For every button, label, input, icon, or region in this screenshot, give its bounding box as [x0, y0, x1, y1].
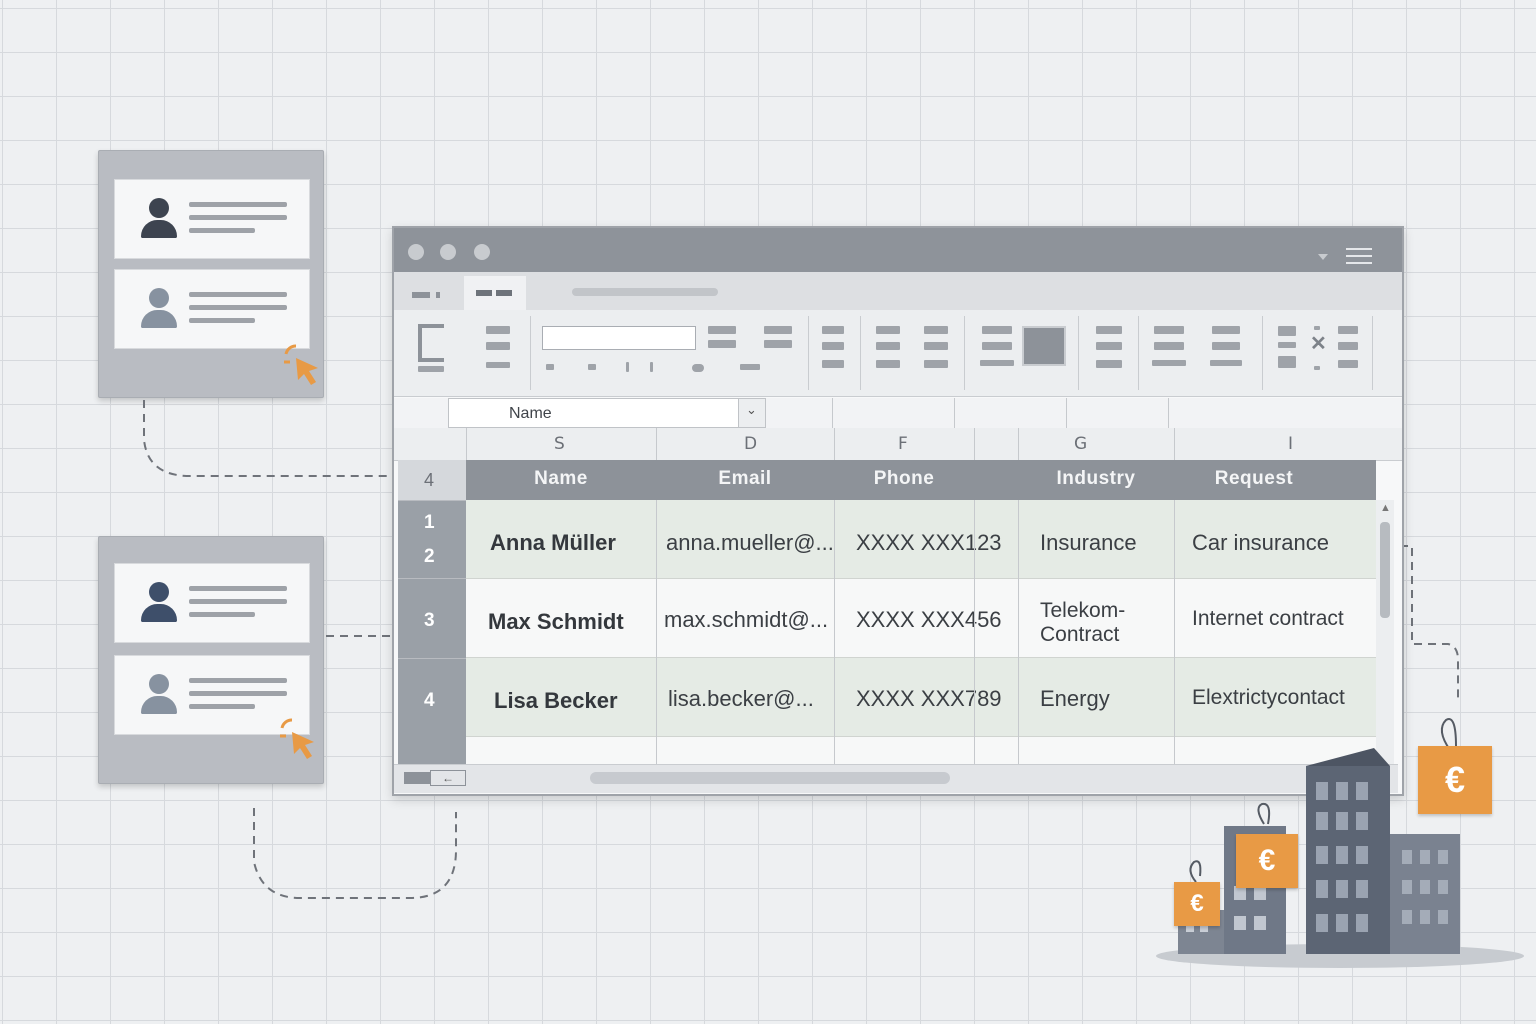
clear-icon[interactable]: ✕ — [1310, 334, 1327, 354]
euro-price-tag: € — [1174, 882, 1220, 926]
menu-icon[interactable] — [1346, 248, 1372, 264]
address-bar[interactable] — [572, 288, 718, 296]
header-industry[interactable]: Industry — [1018, 468, 1174, 490]
row-number[interactable]: 4 — [398, 460, 466, 501]
formula-bar: Name ⌄ — [394, 398, 1402, 429]
styles-icon[interactable] — [982, 326, 1012, 334]
table-header-row: Name Email Phone Industry Request — [466, 460, 1376, 500]
name-box[interactable]: Name ⌄ — [448, 398, 766, 428]
tab-2-active[interactable] — [464, 276, 526, 310]
title-bar — [394, 228, 1402, 272]
chevron-down-icon[interactable]: ⌄ — [738, 399, 765, 427]
column-letter[interactable]: I — [1288, 434, 1293, 454]
city-buildings-illustration — [1156, 718, 1524, 968]
cell-request[interactable]: Car insurance — [1192, 530, 1329, 556]
font-input[interactable] — [542, 326, 696, 350]
number-format-icon[interactable] — [876, 326, 900, 334]
cell-name[interactable]: Max Schmidt — [488, 609, 624, 635]
euro-price-tag: € — [1418, 746, 1492, 814]
scroll-up-icon[interactable]: ▲ — [1380, 502, 1391, 514]
column-letter[interactable]: F — [898, 434, 908, 454]
name-box-value: Name — [509, 405, 552, 422]
header-email[interactable]: Email — [656, 468, 834, 490]
cell-name[interactable]: Lisa Becker — [494, 688, 618, 714]
row-number[interactable]: 3 — [424, 610, 435, 632]
tab-bar — [394, 272, 1402, 310]
format-icon[interactable] — [486, 326, 510, 334]
cell-phone[interactable]: XXXX XXX123 — [856, 530, 1002, 556]
cell-name[interactable]: Anna Müller — [490, 530, 616, 556]
column-letter[interactable]: G — [1074, 434, 1087, 454]
cell-industry-line2[interactable]: Contract — [1040, 623, 1119, 647]
ribbon-toolbar: ✕ — [394, 310, 1402, 397]
column-letter[interactable]: S — [554, 434, 565, 454]
filter-icon[interactable] — [1318, 254, 1328, 260]
table-row[interactable]: Anna Müller anna.mueller@... XXXX XXX123… — [466, 500, 1376, 579]
cell-email[interactable]: lisa.becker@... — [668, 686, 814, 712]
vertical-scroll-thumb[interactable] — [1380, 522, 1390, 618]
cell-email[interactable]: anna.mueller@... — [666, 530, 834, 556]
header-phone[interactable]: Phone — [834, 468, 974, 490]
cell-phone[interactable]: XXXX XXX456 — [856, 607, 1002, 633]
row-number[interactable]: 4 — [424, 690, 435, 712]
column-letter[interactable]: D — [744, 434, 757, 454]
align-icon[interactable] — [822, 326, 844, 334]
euro-price-tag: € — [1236, 834, 1298, 888]
column-header-bar: S D F G I — [394, 428, 1402, 461]
header-name[interactable]: Name — [466, 468, 656, 490]
maximize-window-button[interactable] — [474, 244, 490, 260]
header-request[interactable]: Request — [1174, 468, 1334, 490]
row-number[interactable]: 1 — [424, 512, 435, 534]
close-window-button[interactable] — [408, 244, 424, 260]
cell-phone[interactable]: XXXX XXX789 — [856, 686, 1002, 712]
paste-icon[interactable] — [418, 324, 444, 362]
cell-request[interactable]: Internet contract — [1192, 607, 1344, 631]
row-number[interactable]: 2 — [424, 546, 435, 568]
scroll-left-icon[interactable]: ← — [430, 770, 466, 786]
cell-industry-line1[interactable]: Telekom- — [1040, 599, 1125, 623]
minimize-window-button[interactable] — [440, 244, 456, 260]
horizontal-scroll-thumb[interactable] — [590, 772, 950, 784]
tab-1[interactable] — [402, 280, 460, 310]
cell-email[interactable]: max.schmidt@... — [664, 607, 828, 633]
cell-industry[interactable]: Insurance — [1040, 530, 1137, 556]
cell-style-icon[interactable] — [1022, 326, 1066, 366]
cell-industry[interactable]: Energy — [1040, 686, 1110, 712]
sheet-tab-icon[interactable] — [404, 772, 430, 784]
insert-icon[interactable] — [1096, 326, 1122, 334]
table-row[interactable]: Max Schmidt max.schmidt@... XXXX XXX456 … — [466, 579, 1376, 658]
